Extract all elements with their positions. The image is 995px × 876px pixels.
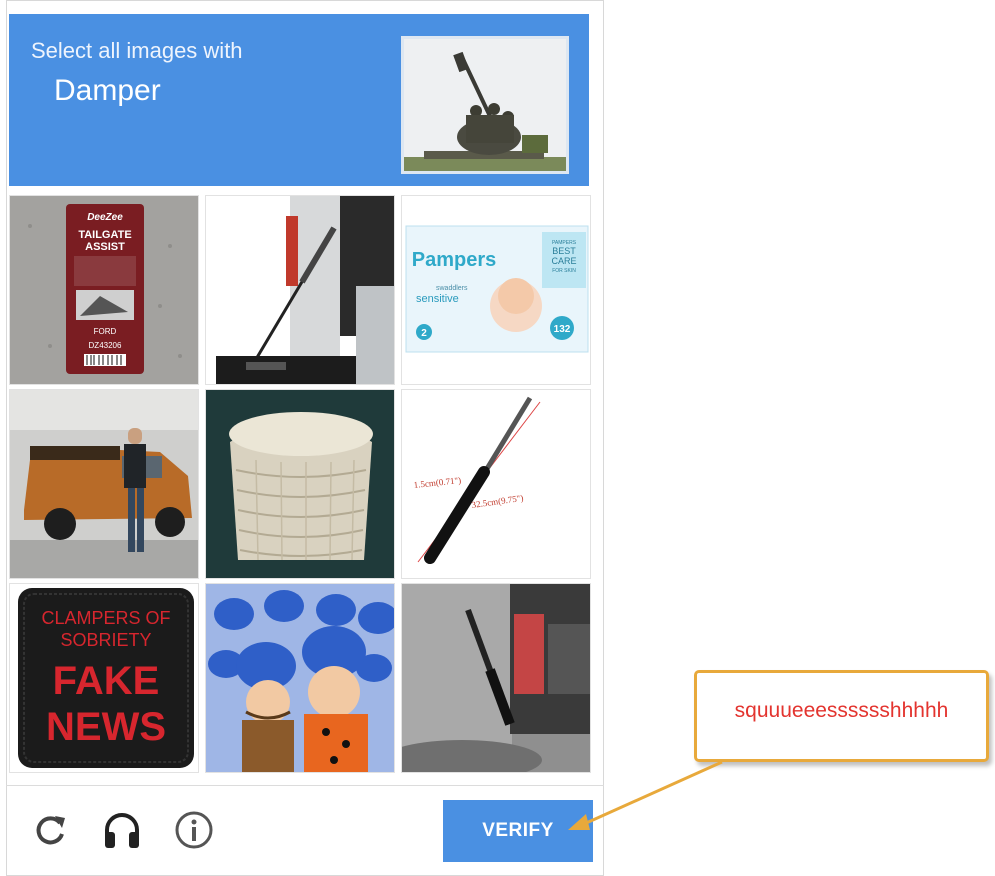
tile1-make: FORD <box>94 327 117 336</box>
tile-orange-pickup-truck[interactable] <box>9 389 199 579</box>
tile3-count: 132 <box>554 324 571 335</box>
tile3-badge-line4: FOR SKIN <box>552 268 576 274</box>
sample-image <box>401 36 569 174</box>
tile3-sub: swaddlers <box>436 285 468 292</box>
tile3-badge-line2: BEST <box>552 246 576 256</box>
tile3-brand: Pampers <box>412 249 497 271</box>
tile-gas-strut-diagram[interactable]: 1.5cm(0.71") 32.5cm(9.75") <box>401 389 591 579</box>
callout-text: squuueeesssssshhhhh <box>734 699 949 722</box>
tile3-badge-line3: CARE <box>551 256 576 266</box>
tile1-label-line2: ASSIST <box>85 241 125 253</box>
tile-fake-news-patch[interactable]: CLAMPERS OF SOBRIETY FAKE NEWS <box>9 583 199 773</box>
instruction-text: Select all images with <box>31 38 243 63</box>
tile3-variant: sensitive <box>416 293 459 305</box>
tile3-size: 2 <box>421 328 427 339</box>
footer-divider <box>6 785 604 786</box>
tile1-brand: DeeZee <box>87 212 123 223</box>
tile1-label-line1: TAILGATE <box>78 229 131 241</box>
tile-pampers-box[interactable]: Pampers swaddlers sensitive PAMPERS BEST… <box>401 195 591 385</box>
headphones-icon[interactable] <box>100 808 144 852</box>
captcha-header: Select all images with Damper <box>9 14 589 186</box>
tile-wicker-basket[interactable] <box>205 389 395 579</box>
annotation-callout: squuueeesssssshhhhh <box>694 670 989 762</box>
verify-button[interactable]: VERIFY <box>443 800 593 862</box>
target-object-text: Damper <box>54 74 161 107</box>
tile7-line1: CLAMPERS OF <box>41 608 170 628</box>
info-icon[interactable] <box>172 808 216 852</box>
tile7-line4: NEWS <box>46 705 166 749</box>
tile7-line3: FAKE <box>53 659 160 703</box>
tile7-line2: SOBRIETY <box>60 630 151 650</box>
tile-tailgate-strut-open[interactable] <box>205 195 395 385</box>
refresh-icon[interactable] <box>29 808 73 852</box>
tile-tailgate-assist-box[interactable]: DeeZee TAILGATE ASSIST FORD DZ43206 <box>9 195 199 385</box>
tile1-part: DZ43206 <box>89 341 122 350</box>
tile-cartoon-lodge-crowd[interactable] <box>205 583 395 773</box>
tile-tailgate-strut-grayscale[interactable] <box>401 583 591 773</box>
